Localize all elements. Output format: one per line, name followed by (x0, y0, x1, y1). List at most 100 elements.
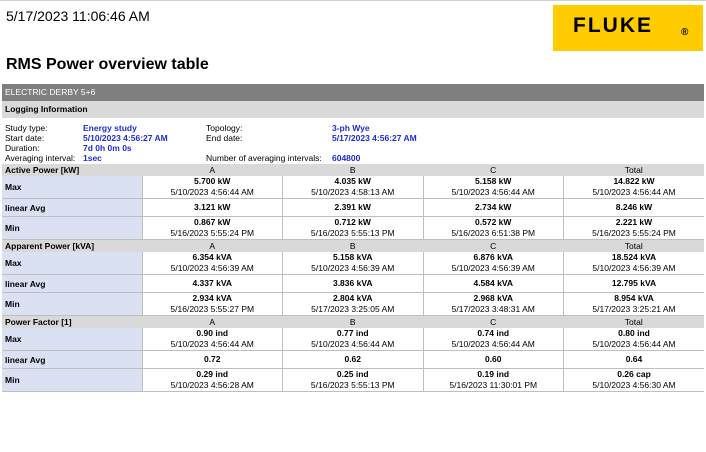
cell-time: 5/10/2023 4:56:39 AM (311, 263, 395, 273)
logging-info-heading: Logging Information (2, 101, 704, 118)
cell-value: 8.246 kW (615, 202, 653, 212)
cell-value: 0.712 kW (334, 217, 371, 227)
table-cell: 0.572 kW 5/16/2023 6:51:38 PM (422, 216, 564, 240)
cell-value: 5.158 kW (475, 176, 512, 186)
cell-time: 5/10/2023 4:56:44 AM (451, 339, 535, 349)
cell-value: 0.80 ind (618, 328, 650, 338)
study-type-label: Study type: (5, 123, 48, 133)
table-cell: 0.74 ind 5/10/2023 4:56:44 AM (422, 328, 564, 351)
table-cell: 0.80 ind 5/10/2023 4:56:44 AM (563, 328, 704, 351)
cell-value: 0.60 (484, 354, 502, 364)
cell-value: 2.804 kVA (332, 293, 373, 303)
cell-value: 8.954 kVA (614, 293, 654, 303)
cell-time: 5/10/2023 4:56:44 AM (170, 187, 254, 197)
start-date-value: 5/10/2023 4:56:27 AM (83, 133, 168, 143)
table-cell: 2.221 kW 5/16/2023 5:55:24 PM (563, 216, 704, 240)
cell-time: 5/10/2023 4:56:44 AM (170, 339, 254, 349)
row-label: Max (2, 252, 142, 275)
cell-time: 5/10/2023 4:56:39 AM (170, 263, 254, 273)
table-cell: 0.60 (422, 350, 564, 369)
cell-time: 5/10/2023 4:56:44 AM (592, 187, 676, 197)
cell-time: 5/17/2023 3:48:31 AM (451, 304, 535, 314)
topology-value: 3-ph Wye (332, 123, 370, 133)
cell-time: 5/16/2023 5:55:24 PM (170, 228, 255, 238)
end-date-value: 5/17/2023 4:56:27 AM (332, 133, 417, 143)
cell-value: 2.934 kVA (192, 293, 233, 303)
cell-time: 5/10/2023 4:58:13 AM (311, 187, 395, 197)
table-cell: 0.72 (141, 350, 283, 369)
table-cell: 6.876 kVA 5/10/2023 4:56:39 AM (422, 252, 564, 275)
duration-value: 7d 0h 0m 0s (83, 143, 132, 153)
column-header-c: C (423, 164, 564, 176)
registered-mark-icon: ® (681, 27, 689, 38)
cell-time: 5/16/2023 5:55:13 PM (310, 228, 395, 238)
column-header-a: A (142, 315, 283, 328)
cell-time: 5/17/2023 3:25:05 AM (311, 304, 395, 314)
table-cell: 0.19 ind 5/16/2023 11:30:01 PM (422, 368, 564, 392)
column-header-b: B (282, 164, 423, 176)
group-name: Active Power [kW] (2, 164, 142, 176)
cell-time: 5/10/2023 4:56:30 AM (592, 380, 676, 390)
cell-value: 12.795 kVA (611, 278, 657, 288)
cell-value: 4.035 kW (334, 176, 371, 186)
column-header-c: C (423, 239, 564, 252)
cell-time: 5/16/2023 6:51:38 PM (451, 228, 536, 238)
table-row: Min 0.867 kW 5/16/2023 5:55:24 PM 0.712 k… (2, 216, 704, 240)
table-cell: 0.26 cap 5/10/2023 4:56:30 AM (563, 368, 704, 392)
table-row: linear Avg 4.337 kVA 3.836 kVA 4.584 kVA… (2, 274, 704, 293)
table-cell: 8.954 kVA 5/17/2023 3:25:21 AM (563, 292, 704, 316)
cell-value: 0.77 ind (336, 328, 369, 338)
table-cell: 4.337 kVA (141, 274, 283, 293)
row-label: Min (2, 292, 142, 316)
averaging-interval-value: 1sec (83, 153, 102, 163)
logo-wordmark: FLUKE (573, 14, 653, 37)
cell-value: 3.836 kVA (332, 278, 373, 288)
cell-time: 5/16/2023 5:55:13 PM (310, 380, 395, 390)
end-date-label: End date: (206, 133, 243, 143)
cell-value: 0.29 ind (196, 369, 229, 379)
cell-value: 5.158 kVA (332, 252, 373, 262)
cell-time: 5/10/2023 4:56:39 AM (451, 263, 535, 273)
cell-time: 5/10/2023 4:56:44 AM (592, 339, 676, 349)
cell-value: 4.584 kVA (473, 278, 514, 288)
power-overview-table: Active Power [kW] A B C Total Max 5.700 … (2, 164, 704, 392)
table-cell: 2.804 kVA 5/17/2023 3:25:05 AM (282, 292, 423, 316)
row-label: Max (2, 328, 142, 351)
row-label: linear Avg (2, 198, 142, 217)
cell-time: 5/10/2023 4:56:39 AM (592, 263, 676, 273)
column-header-c: C (423, 315, 564, 328)
cell-value: 0.90 ind (196, 328, 229, 338)
table-row: Max 0.90 ind 5/10/2023 4:56:44 AM 0.77 in… (2, 328, 704, 351)
table-cell: 0.64 (563, 350, 704, 369)
column-header-b: B (282, 239, 423, 252)
top-divider (0, 0, 706, 1)
table-cell: 0.77 ind 5/10/2023 4:56:44 AM (282, 328, 423, 351)
page-title: RMS Power overview table (6, 56, 209, 73)
column-header-a: A (142, 164, 283, 176)
cell-value: 2.221 kW (615, 217, 653, 227)
cell-value: 18.524 kVA (611, 252, 657, 262)
cell-value: 0.19 ind (477, 369, 510, 379)
row-label: Min (2, 368, 142, 392)
table-cell: 4.035 kW 5/10/2023 4:58:13 AM (282, 176, 423, 199)
table-cell: 0.62 (282, 350, 423, 369)
group-header-apparent-power: Apparent Power [kVA] A B C Total (2, 239, 704, 252)
table-row: linear Avg 0.72 0.62 0.60 0.64 (2, 350, 704, 369)
table-cell: 3.121 kW (141, 198, 283, 217)
cell-value: 0.26 cap (617, 369, 651, 379)
table-cell: 2.968 kVA 5/17/2023 3:48:31 AM (422, 292, 564, 316)
table-cell: 0.712 kW 5/16/2023 5:55:13 PM (282, 216, 423, 240)
column-header-total: Total (563, 239, 704, 252)
start-date-label: Start date: (5, 133, 45, 143)
row-label: Max (2, 176, 142, 199)
table-row: Max 5.700 kW 5/10/2023 4:56:44 AM 4.035 k… (2, 176, 704, 199)
table-cell: 2.934 kVA 5/16/2023 5:55:27 PM (141, 292, 283, 316)
table-cell: 2.734 kW (422, 198, 564, 217)
cell-time: 5/10/2023 4:56:44 AM (311, 339, 395, 349)
table-cell: 5.700 kW 5/10/2023 4:56:44 AM (141, 176, 283, 199)
averaging-interval-label: Averaging interval: (5, 153, 76, 163)
report-timestamp: 5/17/2023 11:06:46 AM (6, 8, 150, 24)
column-header-b: B (282, 315, 423, 328)
table-cell: 5.158 kVA 5/10/2023 4:56:39 AM (282, 252, 423, 275)
table-cell: 12.795 kVA (563, 274, 704, 293)
